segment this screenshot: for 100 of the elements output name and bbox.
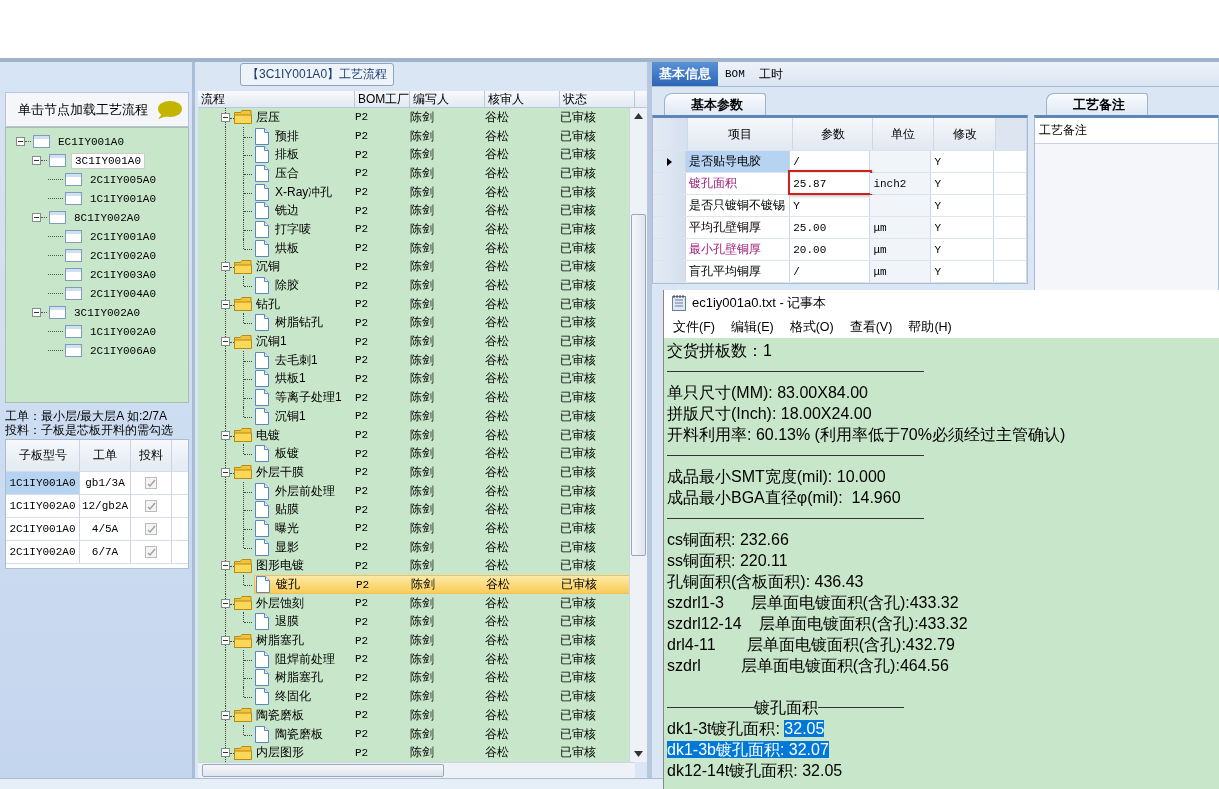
- column-header[interactable]: BOM工厂: [355, 91, 410, 107]
- collapse-icon[interactable]: [221, 299, 230, 309]
- collapse-icon[interactable]: [32, 156, 41, 165]
- tree-item[interactable]: 3C1IY002A0: [71, 305, 143, 320]
- tree-item[interactable]: 2C1IY004A0: [87, 286, 159, 301]
- tree-row[interactable]: 镀孔 P2 陈剑 谷松 已审核: [254, 575, 630, 595]
- tree-item[interactable]: 1C1IY002A0: [87, 324, 159, 339]
- tree-row[interactable]: 显影 P2 陈剑 谷松 已审核: [254, 537, 630, 557]
- arrow-up-icon[interactable]: [634, 113, 644, 119]
- checkbox[interactable]: [145, 477, 157, 489]
- tree-item[interactable]: EC1IY001A0: [55, 134, 127, 149]
- horizontal-scrollbar[interactable]: [198, 762, 635, 778]
- tree-row[interactable]: 外层蚀刻 P2 陈剑 谷松 已审核: [234, 593, 630, 613]
- tree-item[interactable]: 2C1IY005A0: [87, 172, 159, 187]
- tree-row[interactable]: 打字唛 P2 陈剑 谷松 已审核: [254, 219, 630, 239]
- tree-row[interactable]: 内层图形 P2 陈剑 谷松 已审核: [234, 743, 630, 763]
- table-cell-text: 谷松: [485, 258, 510, 276]
- table-cell-text: 已审核: [560, 501, 597, 519]
- collapse-icon[interactable]: [221, 337, 230, 347]
- tab[interactable]: BOM: [718, 62, 752, 86]
- corner-header: [653, 118, 688, 150]
- tree-item[interactable]: 2C1IY002A0: [87, 248, 159, 263]
- tree-row[interactable]: 沉铜1 P2 陈剑 谷松 已审核: [234, 332, 630, 352]
- collapse-icon[interactable]: [221, 430, 230, 440]
- menu-item[interactable]: 帮助(H): [905, 317, 955, 337]
- tree-row[interactable]: 层压 P2 陈剑 谷松 已审核: [234, 108, 630, 127]
- tree-row[interactable]: 烘板 P2 陈剑 谷松 已审核: [254, 238, 630, 258]
- tree-row[interactable]: 等离子处理1 P2 陈剑 谷松 已审核: [254, 388, 630, 408]
- vertical-scrollbar[interactable]: [629, 108, 647, 763]
- tree-row[interactable]: 排板 P2 陈剑 谷松 已审核: [254, 145, 630, 165]
- tab[interactable]: 基本参数: [664, 93, 766, 116]
- tree-item[interactable]: 3C1IY001A0: [71, 152, 145, 169]
- column-header[interactable]: 项目: [687, 118, 793, 150]
- tree-row[interactable]: 终固化 P2 陈剑 谷松 已审核: [254, 687, 630, 707]
- tree-row[interactable]: 树脂塞孔 P2 陈剑 谷松 已审核: [254, 668, 630, 688]
- column-header[interactable]: 单位: [873, 118, 934, 150]
- column-header[interactable]: 状态: [560, 91, 635, 107]
- tree-row[interactable]: 去毛刺1 P2 陈剑 谷松 已审核: [254, 350, 630, 370]
- tree-item[interactable]: 1C1IY001A0: [87, 191, 159, 206]
- tree-row[interactable]: 图形电镀 P2 陈剑 谷松 已审核: [234, 556, 630, 576]
- tree-row[interactable]: 板镀 P2 陈剑 谷松 已审核: [254, 444, 630, 464]
- tree-row[interactable]: 压合 P2 陈剑 谷松 已审核: [254, 163, 630, 183]
- tree-row[interactable]: 树脂塞孔 P2 陈剑 谷松 已审核: [234, 631, 630, 651]
- collapse-icon[interactable]: [221, 262, 230, 272]
- tree-row[interactable]: 贴膜 P2 陈剑 谷松 已审核: [254, 500, 630, 520]
- menu-item[interactable]: 查看(V): [846, 317, 896, 337]
- table-cell-text: 已审核: [560, 688, 597, 706]
- tree-row[interactable]: 沉铜1 P2 陈剑 谷松 已审核: [254, 406, 630, 426]
- checkbox[interactable]: [145, 500, 157, 512]
- table-cell[interactable]: 1C1IY001A0: [6, 472, 80, 494]
- tree-row[interactable]: 电镀 P2 陈剑 谷松 已审核: [234, 425, 630, 445]
- collapse-icon[interactable]: [221, 710, 230, 720]
- tree-row[interactable]: 陶瓷磨板 P2 陈剑 谷松 已审核: [254, 724, 630, 744]
- tree-row[interactable]: 陶瓷磨板 P2 陈剑 谷松 已审核: [234, 705, 630, 725]
- column-header[interactable]: 流程: [198, 91, 355, 107]
- table-cell[interactable]: 2C1IY001A0: [6, 518, 80, 540]
- row-header[interactable]: [653, 151, 687, 172]
- tree-row[interactable]: 铣边 P2 陈剑 谷松 已审核: [254, 201, 630, 221]
- tree-row[interactable]: 预排 P2 陈剑 谷松 已审核: [254, 126, 630, 146]
- tree-row[interactable]: 树脂钻孔 P2 陈剑 谷松 已审核: [254, 313, 630, 333]
- tree-row[interactable]: 退膜 P2 陈剑 谷松 已审核: [254, 612, 630, 632]
- collapse-icon[interactable]: [221, 561, 230, 571]
- tree-row[interactable]: 外层前处理 P2 陈剑 谷松 已审核: [254, 481, 630, 501]
- collapse-icon[interactable]: [16, 137, 25, 146]
- tree-item[interactable]: 8C1IY002A0: [71, 210, 143, 225]
- menu-item[interactable]: 文件(F): [670, 317, 718, 337]
- table-cell[interactable]: 2C1IY002A0: [6, 541, 80, 563]
- tab[interactable]: 基本信息: [652, 62, 718, 86]
- tree-row[interactable]: 除胶 P2 陈剑 谷松 已审核: [254, 276, 630, 296]
- collapse-icon[interactable]: [221, 748, 230, 758]
- column-header[interactable]: 编写人: [410, 91, 485, 107]
- tree-item[interactable]: 2C1IY006A0: [87, 343, 159, 358]
- table-cell[interactable]: 1C1IY002A0: [6, 495, 80, 517]
- tree-row[interactable]: 外层干膜 P2 陈剑 谷松 已审核: [234, 462, 630, 482]
- tree-row[interactable]: 曝光 P2 陈剑 谷松 已审核: [254, 518, 630, 538]
- menu-item[interactable]: 编辑(E): [727, 317, 777, 337]
- collapse-icon[interactable]: [221, 636, 230, 646]
- tree-row[interactable]: 烘板1 P2 陈剑 谷松 已审核: [254, 369, 630, 389]
- collapse-icon[interactable]: [32, 213, 41, 222]
- column-header[interactable]: 子板型号: [6, 440, 80, 471]
- checkbox[interactable]: [145, 546, 157, 558]
- tree-item[interactable]: 2C1IY001A0: [87, 229, 159, 244]
- menu-item[interactable]: 格式(O): [786, 317, 837, 337]
- tab[interactable]: 工艺备注: [1046, 93, 1148, 116]
- collapse-icon[interactable]: [32, 308, 41, 317]
- arrow-down-icon[interactable]: [634, 751, 644, 758]
- tree-item[interactable]: 2C1IY003A0: [87, 267, 159, 282]
- collapse-icon[interactable]: [221, 112, 230, 122]
- column-header[interactable]: 参数: [792, 118, 874, 150]
- tree-row[interactable]: X-Ray冲孔 P2 陈剑 谷松 已审核: [254, 182, 630, 202]
- column-header[interactable]: 核审人: [485, 91, 560, 107]
- tree-row[interactable]: 阻焊前处理 P2 陈剑 谷松 已审核: [254, 649, 630, 669]
- tree-row[interactable]: 沉铜 P2 陈剑 谷松 已审核: [234, 257, 630, 277]
- column-header[interactable]: 工单: [80, 440, 131, 471]
- column-header[interactable]: 投料: [131, 440, 172, 471]
- tree-row[interactable]: 钻孔 P2 陈剑 谷松 已审核: [234, 294, 630, 314]
- tab[interactable]: 工时: [751, 62, 790, 86]
- checkbox[interactable]: [145, 523, 157, 535]
- collapse-icon[interactable]: [221, 598, 230, 608]
- collapse-icon[interactable]: [221, 467, 230, 477]
